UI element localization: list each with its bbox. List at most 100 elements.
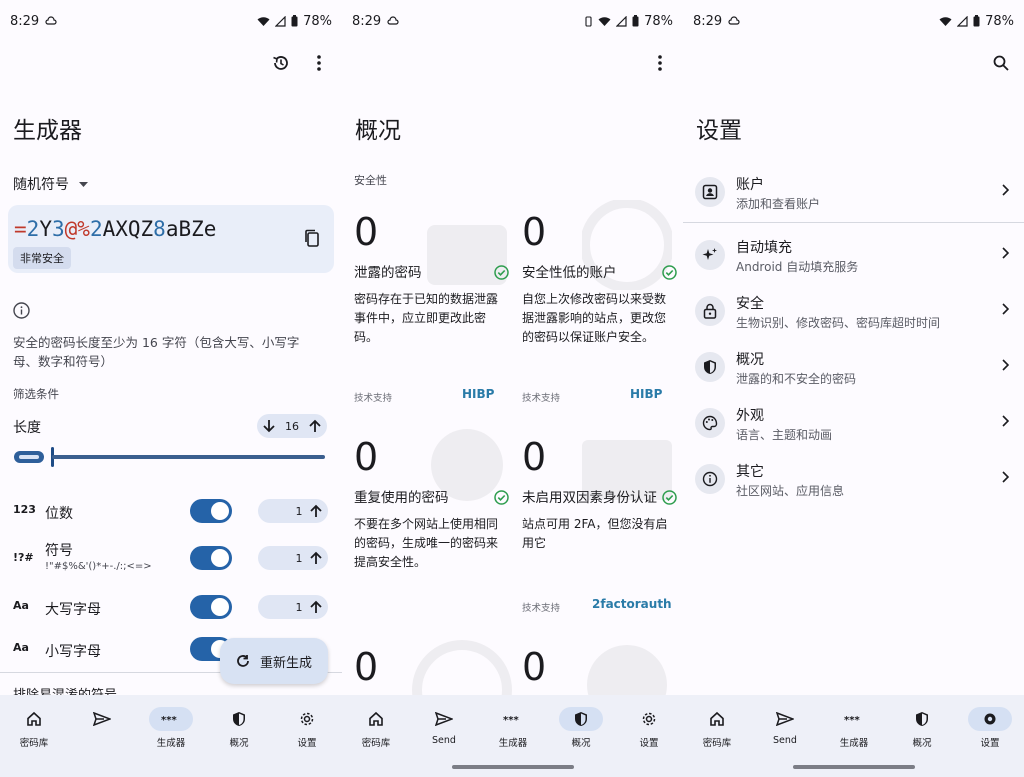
copy-icon[interactable] xyxy=(304,229,320,251)
search-icon[interactable] xyxy=(990,52,1012,74)
hibp-link[interactable]: HIBP xyxy=(462,387,494,401)
card-more-2[interactable]: 0 xyxy=(522,645,677,691)
chevron-right-icon xyxy=(1002,303,1009,315)
password-char-group: Y xyxy=(39,217,52,241)
arrow-up-icon[interactable] xyxy=(310,551,322,565)
more-icon[interactable] xyxy=(649,52,671,74)
symbols-icon: !?# xyxy=(13,551,34,564)
password-char-group: AXQZ xyxy=(102,217,154,241)
card-reused-passwords[interactable]: 0 重复使用的密码 不要在多个网站上使用相同的密码，生成唯一的密码来提高安全性。 xyxy=(354,435,509,572)
card-inactive-2fa[interactable]: 0 未启用双因素身份认证 站点可用 2FA，但您没有启用它 xyxy=(522,435,677,553)
password-char-group: 2 xyxy=(89,217,103,241)
nav-label: 概况 xyxy=(912,738,932,749)
check-circle-icon xyxy=(662,490,677,505)
lock-icon xyxy=(695,296,725,326)
nav-item-generator[interactable]: *** 生成器 xyxy=(143,707,199,749)
regenerate-button[interactable]: 重新生成 xyxy=(220,638,328,684)
card-title: 泄露的密码 xyxy=(354,265,422,281)
nav-item-generator[interactable]: *** 生成器 xyxy=(485,707,541,749)
exposed-count: 0 xyxy=(354,210,379,254)
digits-toggle[interactable] xyxy=(190,499,232,523)
settings-item-accounts[interactable]: 账户 添加和查看账户 xyxy=(693,172,1013,222)
nav-item-overview[interactable]: 概况 xyxy=(894,707,950,749)
nav-item-send[interactable]: Send xyxy=(416,707,472,746)
settings-item-other[interactable]: 其它 社区网站、应用信息 xyxy=(693,459,1013,509)
nav-label: 概况 xyxy=(229,738,249,749)
palette-icon xyxy=(695,408,725,438)
settings-item-appearance[interactable]: 外观 语言、主题和动画 xyxy=(693,403,1013,453)
arrow-up-icon[interactable] xyxy=(310,504,322,518)
nav-item-send[interactable] xyxy=(74,707,130,735)
symbols-toggle[interactable] xyxy=(190,546,232,570)
svg-text:***: *** xyxy=(161,715,177,723)
password-char-group: % xyxy=(77,217,90,241)
digits-stepper[interactable]: 1 xyxy=(258,499,328,523)
option-label: 符号 xyxy=(45,543,73,559)
gesture-bar[interactable] xyxy=(452,765,574,769)
gear-icon xyxy=(627,707,671,731)
wifi-icon xyxy=(598,16,611,26)
card-vulnerable-accounts[interactable]: 0 安全性低的账户 自您上次修改密码以来受数据泄露影响的站点，更改您的密码以保证… xyxy=(522,210,677,347)
status-bar: 8:29 78% xyxy=(693,10,1014,32)
powered-by-label: 技术支持 xyxy=(522,393,561,404)
cloud-icon xyxy=(45,16,57,25)
more-icon[interactable] xyxy=(308,52,330,74)
option-label: 大写字母 xyxy=(45,602,101,618)
length-stepper[interactable]: 16 xyxy=(257,414,327,438)
arrow-up-icon[interactable] xyxy=(309,419,321,433)
nav-item-vault[interactable]: 密码库 xyxy=(689,707,745,749)
info-icon xyxy=(13,302,30,323)
chevron-right-icon xyxy=(1002,471,1009,483)
security-section-label: 安全性 xyxy=(354,174,387,187)
nav-item-overview[interactable]: 概况 xyxy=(211,707,267,749)
settings-item-sub: 添加和查看账户 xyxy=(736,197,821,211)
password-char-group: = xyxy=(14,217,27,241)
shield-icon xyxy=(695,352,725,382)
length-slider-track[interactable] xyxy=(52,455,325,459)
history-icon[interactable] xyxy=(270,52,292,74)
uppercase-toggle[interactable] xyxy=(190,595,232,619)
uppercase-stepper[interactable]: 1 xyxy=(258,595,328,619)
option-label: 小写字母 xyxy=(45,644,101,660)
hibp-link[interactable]: HIBP xyxy=(630,387,662,401)
generator-type-select[interactable]: 随机符号 xyxy=(13,174,88,194)
nav-item-vault[interactable]: 密码库 xyxy=(348,707,404,749)
nav-item-generator[interactable]: *** 生成器 xyxy=(826,707,882,749)
generator-screen: 8:29 78% 生成器 随机符号 =2Y3@%2AXQZ8aBZe 非常安全 … xyxy=(0,0,342,777)
status-bar: 8:29 78% xyxy=(10,10,332,32)
nav-label: 概况 xyxy=(571,738,591,749)
password-char-group: 8 xyxy=(153,217,166,241)
settings-item-overview[interactable]: 概况 泄露的和不安全的密码 xyxy=(693,347,1013,397)
card-count: 0 xyxy=(354,645,379,689)
option-row-digits: 123 位数 1 xyxy=(13,496,333,528)
symbols-stepper[interactable]: 1 xyxy=(258,546,328,570)
digits-count: 1 xyxy=(295,504,303,518)
reused-count: 0 xyxy=(354,435,379,479)
powered-by-label: 技术支持 xyxy=(522,603,561,614)
settings-item-sub: 生物识别、修改密码、密码库超时时间 xyxy=(736,316,941,330)
gesture-bar[interactable] xyxy=(793,765,915,769)
battery-icon xyxy=(291,15,298,27)
chevron-right-icon xyxy=(1002,415,1009,427)
nav-item-settings[interactable]: 设置 xyxy=(621,707,677,749)
settings-item-title: 安全 xyxy=(736,296,764,312)
settings-item-sub: 社区网站、应用信息 xyxy=(736,484,845,498)
card-desc: 自您上次修改密码以来受数据泄露影响的站点，更改您的密码以保证账户安全。 xyxy=(522,292,667,344)
nav-item-send[interactable]: Send xyxy=(757,707,813,746)
2factorauth-link[interactable]: 2factorauth xyxy=(592,597,672,611)
settings-item-autofill[interactable]: 自动填充 Android 自动填充服务 xyxy=(693,235,1013,285)
arrow-down-icon[interactable] xyxy=(263,419,275,433)
card-more-1[interactable]: 0 xyxy=(354,645,509,691)
send-icon xyxy=(763,707,807,731)
nav-item-settings[interactable]: 设置 xyxy=(962,707,1018,749)
wifi-icon xyxy=(939,16,952,26)
card-exposed-passwords[interactable]: 0 泄露的密码 密码存在于已知的数据泄露事件中，应立即更改此密码。 xyxy=(354,210,509,347)
arrow-up-icon[interactable] xyxy=(310,600,322,614)
nav-item-vault[interactable]: 密码库 xyxy=(6,707,62,749)
nav-item-settings[interactable]: 设置 xyxy=(279,707,335,749)
home-icon xyxy=(695,707,739,731)
generated-password[interactable]: =2Y3@%2AXQZ8aBZe xyxy=(14,217,216,241)
settings-item-security[interactable]: 安全 生物识别、修改密码、密码库超时时间 xyxy=(693,291,1013,341)
regenerate-label: 重新生成 xyxy=(259,655,312,671)
nav-item-overview[interactable]: 概况 xyxy=(553,707,609,749)
